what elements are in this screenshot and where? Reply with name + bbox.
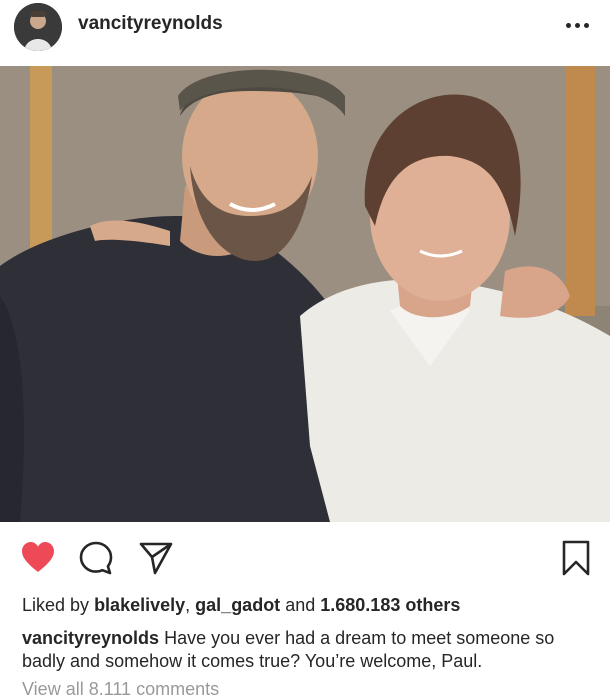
post-caption: vancityreynolds Have you ever had a drea… <box>22 627 592 673</box>
caption-username[interactable]: vancityreynolds <box>22 628 159 648</box>
action-bar <box>0 522 610 590</box>
comment-icon[interactable] <box>78 540 114 576</box>
paper-plane-icon[interactable] <box>138 540 174 576</box>
likes-line: Liked by blakelively, gal_gadot and 1.68… <box>22 595 460 616</box>
view-all-comments-link[interactable]: View all 8.111 comments <box>22 679 219 700</box>
liker-blakelively[interactable]: blakelively <box>94 595 185 615</box>
likes-count[interactable]: 1.680.183 others <box>320 595 460 615</box>
post-username[interactable]: vancityreynolds <box>78 13 223 35</box>
post-header: vancityreynolds <box>0 0 610 66</box>
more-horizontal-icon[interactable] <box>560 12 594 38</box>
post-photo[interactable] <box>0 66 610 522</box>
bookmark-icon[interactable] <box>558 540 594 576</box>
likes-separator: , <box>185 595 191 615</box>
liker-gal-gadot[interactable]: gal_gadot <box>195 595 280 615</box>
heart-filled-icon[interactable] <box>20 540 56 576</box>
avatar[interactable] <box>14 3 62 51</box>
likes-and: and <box>285 595 316 615</box>
likes-prefix: Liked by <box>22 595 90 615</box>
